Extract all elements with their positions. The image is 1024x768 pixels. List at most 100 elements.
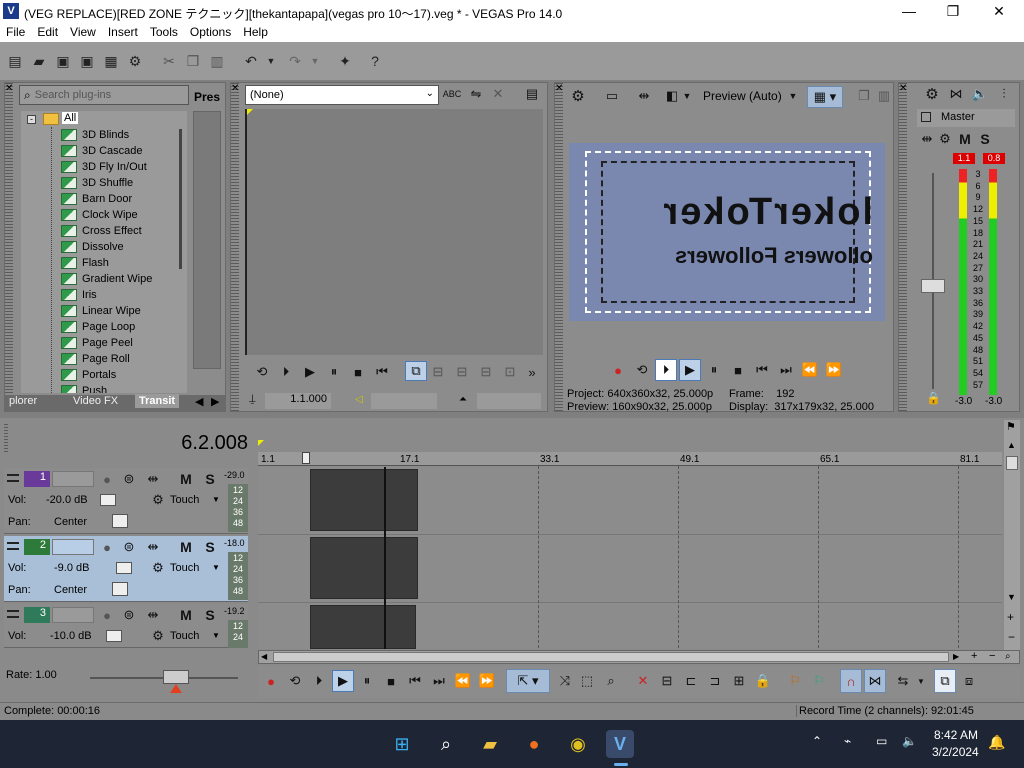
zoom-in-icon[interactable]: + (1007, 610, 1014, 624)
clock-date[interactable]: 3/2/2024 (932, 745, 979, 759)
properties-gear-icon[interactable]: ⚙ (126, 52, 144, 70)
stop-icon[interactable]: ■ (349, 363, 367, 381)
list-item[interactable]: 3D Cascade (61, 143, 143, 159)
automation-mode[interactable]: Touch (170, 494, 199, 506)
media-dropdown[interactable]: (None) ⌄ (245, 85, 439, 105)
track-fx-icon[interactable]: ⊜ (120, 471, 138, 487)
tab-video-fx[interactable]: Video FX (73, 395, 118, 407)
chrome-icon[interactable]: ◉ (564, 730, 592, 758)
maximize-button[interactable]: ❐ (930, 0, 976, 23)
zoom-tool-icon[interactable]: ⌕ (1005, 651, 1011, 662)
close-button[interactable]: ✕ (976, 0, 1022, 23)
trim-end-icon[interactable]: ⊐ (706, 672, 724, 690)
track-record-icon[interactable]: ● (100, 471, 114, 487)
close-preview-icon[interactable]: ✕ (555, 83, 563, 94)
selection-tool-icon[interactable]: ⬚ (578, 672, 596, 690)
timeline-cursor-time[interactable]: 6.2.008 (140, 432, 248, 455)
track-motion-icon[interactable]: ⇹ (144, 471, 162, 487)
track-fx-icon[interactable]: ⊜ (120, 607, 138, 623)
master-fader-handle[interactable] (921, 279, 945, 293)
stop-icon[interactable]: ■ (729, 361, 747, 379)
redo-dropdown-icon[interactable]: ▼ (306, 52, 324, 70)
scroll-up-icon[interactable]: ▲ (1007, 440, 1016, 450)
track-header-2[interactable]: 2 ● ⊜ ⇹ M S -18.0 Vol: -9.0 dB ⚙ Touch ▼… (4, 536, 248, 602)
copy-icon[interactable]: ❐ (184, 52, 202, 70)
volume-icon[interactable]: 🔈 (902, 734, 917, 748)
lock-icon[interactable]: 🔒 (754, 672, 772, 690)
list-item[interactable]: Push (61, 383, 107, 393)
vol-slider[interactable] (116, 562, 132, 574)
menu-options[interactable]: Options (184, 23, 237, 39)
lock-icon[interactable]: 🔒 (926, 391, 941, 405)
next-frame-icon[interactable]: ⏩ (825, 361, 843, 379)
paste-icon[interactable]: ▥ (208, 52, 226, 70)
copy-snapshot-icon[interactable]: ❐ (855, 87, 873, 105)
list-item[interactable]: 3D Fly In/Out (61, 159, 147, 175)
mixer-gear-icon[interactable]: ⚙ (923, 85, 941, 103)
playhead-icon[interactable] (302, 452, 310, 464)
go-to-end-icon[interactable]: ⏭ (430, 672, 448, 690)
network-icon[interactable]: ⌁ (844, 734, 851, 748)
h-zoom-out-icon[interactable]: − (989, 650, 995, 662)
pause-icon[interactable]: ⏸ (705, 361, 723, 379)
list-item[interactable]: Cross Effect (61, 223, 142, 239)
list-item[interactable]: Portals (61, 367, 116, 383)
new-project-icon[interactable]: ▤ (6, 52, 24, 70)
list-item[interactable]: Clock Wipe (61, 207, 138, 223)
play-from-start-icon[interactable]: ⏵ (310, 672, 328, 690)
add-to-timeline-icon[interactable]: ⧉ (405, 361, 427, 381)
touch-gear-icon[interactable]: ⚙ (150, 560, 166, 576)
display-icon[interactable]: ▭ (876, 734, 887, 748)
track-solo-button[interactable]: S (202, 471, 218, 487)
grid-overlay-icon[interactable]: ▦ ▾ (807, 86, 843, 108)
next-frame-icon[interactable]: ⏩ (478, 672, 496, 690)
play-icon[interactable]: ▶ (332, 670, 354, 692)
tree-root-all[interactable]: All (62, 112, 79, 124)
tree-scrollbar[interactable] (179, 129, 182, 269)
reverse-icon[interactable]: ⇋ (467, 85, 485, 103)
timeline-vertical-scrollbar[interactable]: ⚑ ▲ ▼ + − (1004, 420, 1020, 664)
list-item[interactable]: Flash (61, 255, 109, 271)
track-motion-icon[interactable]: ⇹ (144, 607, 162, 623)
overlays-dropdown-icon[interactable]: ▼ (681, 87, 693, 105)
menu-tools[interactable]: Tools (144, 23, 184, 39)
touch-gear-icon[interactable]: ⚙ (150, 492, 166, 508)
timeline-horizontal-scrollbar[interactable]: ◀ ▶ + − ⌕ (258, 650, 1020, 664)
track-mute-button[interactable]: M (178, 607, 194, 623)
vol-slider[interactable] (106, 630, 122, 642)
pan-slider[interactable] (112, 514, 128, 528)
list-item[interactable]: Barn Door (61, 191, 132, 207)
tab-scroll-right-icon[interactable]: ▶ (211, 395, 219, 408)
snapping-icon[interactable]: ∩ (840, 669, 862, 693)
tab-explorer[interactable]: plorer (9, 395, 37, 407)
vol-slider[interactable] (100, 494, 116, 506)
close-panel-icon[interactable]: ✕ (5, 83, 13, 94)
menu-view[interactable]: View (64, 23, 102, 39)
automation-mode[interactable]: Touch (170, 630, 199, 642)
lock-envelopes-icon[interactable]: ⧉ (934, 669, 956, 693)
trim-icon[interactable]: ⊟ (429, 363, 447, 381)
play-icon[interactable]: ▶ (679, 359, 701, 381)
track-minimize-icon[interactable] (7, 542, 19, 550)
external-monitor-icon[interactable]: ▭ (603, 87, 621, 105)
list-item[interactable]: 3D Blinds (61, 127, 129, 143)
open-folder-icon[interactable]: ▰ (30, 52, 48, 70)
go-to-start-icon[interactable]: ⏮ (406, 672, 424, 690)
auto-crossfade-icon[interactable]: ⋈ (864, 669, 886, 693)
trim-start-icon[interactable]: ⊏ (682, 672, 700, 690)
master-solo-button[interactable]: S (977, 131, 993, 147)
more-icon[interactable]: » (523, 363, 541, 381)
loop-playback-icon[interactable]: ⟲ (286, 672, 304, 690)
ignore-grouping-icon[interactable]: ⧈ (960, 672, 978, 690)
marker-flag-icon[interactable]: ⚑ (1006, 420, 1016, 433)
list-item[interactable]: Page Loop (61, 319, 135, 335)
clear-icon[interactable]: ✕ (489, 85, 507, 103)
scroll-thumb[interactable] (1006, 456, 1018, 470)
notification-bell-icon[interactable]: 🔔 (988, 734, 1005, 751)
track-mute-button[interactable]: M (178, 539, 194, 555)
list-item[interactable]: Linear Wipe (61, 303, 141, 319)
go-to-end-icon[interactable]: ⏭ (777, 361, 795, 379)
menu-help[interactable]: Help (237, 23, 274, 39)
play-icon[interactable]: ▶ (301, 363, 319, 381)
speaker-icon[interactable]: 🔈 (971, 85, 989, 103)
